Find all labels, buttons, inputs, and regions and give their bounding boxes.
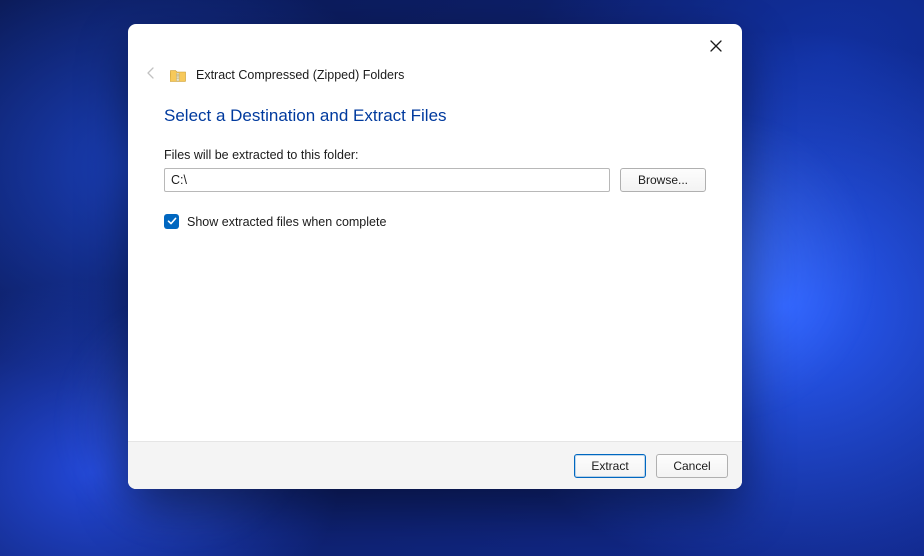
browse-button[interactable]: Browse... [620, 168, 706, 192]
zip-folder-icon [170, 68, 186, 82]
dialog-title: Extract Compressed (Zipped) Folders [196, 68, 404, 82]
destination-path-input[interactable] [164, 168, 610, 192]
dialog-footer: Extract Cancel [128, 441, 742, 489]
show-files-checkbox[interactable] [164, 214, 179, 229]
show-files-checkbox-row: Show extracted files when complete [164, 214, 706, 229]
show-files-checkbox-label[interactable]: Show extracted files when complete [187, 215, 386, 229]
back-arrow-icon [143, 65, 159, 86]
dialog-header: Extract Compressed (Zipped) Folders [128, 66, 742, 96]
dialog-body: Select a Destination and Extract Files F… [128, 96, 742, 441]
close-icon [710, 39, 722, 57]
path-row: Browse... [164, 168, 706, 192]
extract-dialog: Extract Compressed (Zipped) Folders Sele… [128, 24, 742, 489]
close-button[interactable] [702, 34, 730, 62]
cancel-button[interactable]: Cancel [656, 454, 728, 478]
path-label: Files will be extracted to this folder: [164, 148, 706, 162]
back-button[interactable] [142, 66, 160, 84]
dialog-titlebar [128, 24, 742, 66]
checkmark-icon [167, 213, 177, 231]
extract-button[interactable]: Extract [574, 454, 646, 478]
section-heading: Select a Destination and Extract Files [164, 106, 706, 126]
